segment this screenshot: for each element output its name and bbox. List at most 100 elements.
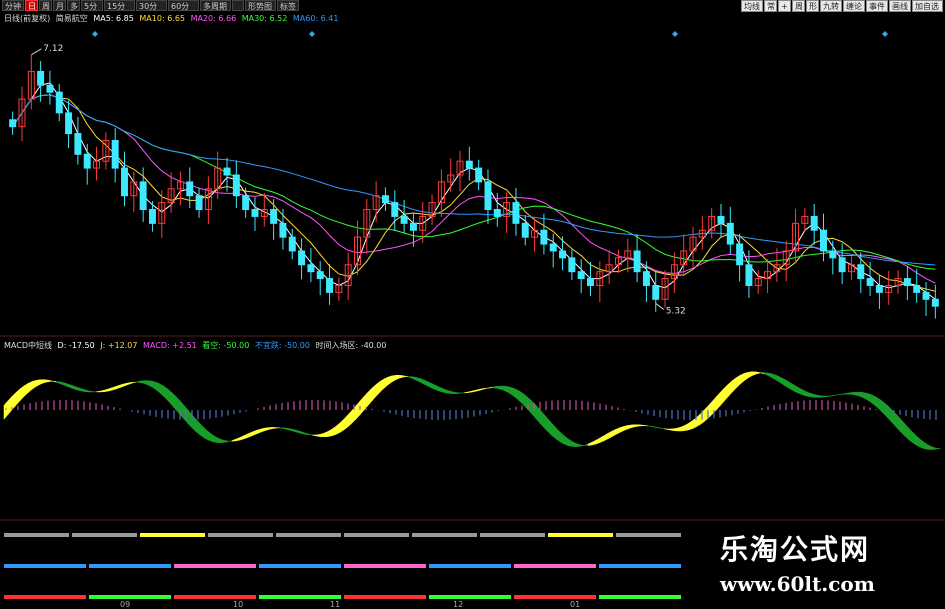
macd-band-segment (199, 423, 205, 439)
candle-body (381, 195, 389, 204)
signal-strip-segment (276, 533, 341, 537)
macd-band-segment (223, 440, 229, 443)
macd-band-segment (743, 371, 749, 382)
signal-strip-segment (89, 564, 171, 568)
signal-strip-segment (480, 533, 545, 537)
macd-band-segment (623, 425, 629, 431)
chart-canvas: 7.12 5.32 09 10 11 12 01 (0, 31, 945, 609)
signal-strip-segment (412, 533, 477, 537)
macd-band-segment (23, 382, 29, 398)
macd-band-segment (99, 389, 105, 393)
candle-body (633, 250, 641, 273)
macd-band-segment (519, 390, 525, 406)
macd-band-segment (391, 374, 397, 383)
macd-band-segment (403, 375, 409, 378)
macd-band-segment (819, 395, 825, 398)
macd-band-segment (775, 374, 781, 384)
macd-band-segment (763, 372, 769, 376)
macd-band-segment (11, 391, 17, 411)
macd-band-segment (299, 430, 305, 435)
macd-band-segment (795, 385, 801, 395)
signal-strip-segment (344, 595, 426, 599)
candle-body (465, 160, 473, 169)
signal-strip-segment (140, 533, 205, 537)
macd-band-segment (207, 430, 213, 442)
signal-strip-segment (174, 595, 256, 599)
macd-band-segment (807, 391, 813, 398)
candle-body (9, 119, 17, 128)
macd-band-segment (15, 388, 21, 406)
macd-band-segment (723, 383, 729, 403)
macd-band-segment (515, 388, 521, 403)
macd-band-segment (111, 386, 117, 391)
candle-body (717, 215, 725, 224)
signal-strip-segment (344, 533, 409, 537)
macd-band-segment (431, 383, 437, 391)
macd-band-segment (767, 372, 773, 379)
macd-band-segment (7, 395, 13, 416)
macd-band-segment (463, 391, 469, 394)
candle-body (242, 195, 250, 211)
macd-band-segment (411, 376, 417, 381)
macd-band-segment (935, 447, 941, 450)
candle-body (512, 202, 520, 224)
signal-strip-segment (4, 595, 86, 599)
candle-body (409, 222, 417, 231)
signal-strip-segment (259, 564, 341, 568)
candle-body (288, 236, 296, 252)
macd-band-segment (155, 381, 161, 394)
macd-band-segment (195, 418, 201, 436)
macd-band-segment (211, 434, 217, 443)
macd-band-segment (791, 383, 797, 393)
macd-band-segment (291, 428, 297, 433)
event-marker-icon (672, 31, 678, 37)
macd-band-segment (367, 387, 373, 407)
macd-band-segment (879, 398, 885, 415)
macd-band-segment (671, 428, 677, 432)
macd-band-segment (323, 431, 329, 438)
macd-band-segment (151, 380, 157, 391)
macd-band-segment (327, 428, 333, 437)
macd-band-segment (303, 432, 309, 436)
macd-band-segment (567, 438, 573, 447)
macd-band-segment (827, 395, 833, 397)
x-tick-label: 11 (330, 600, 340, 609)
candle-body (148, 209, 156, 224)
candle-body (279, 222, 287, 238)
signal-strip-segment (208, 533, 273, 537)
macd-band-segment (399, 374, 405, 379)
event-marker-icon (309, 31, 315, 37)
candle-body (139, 181, 147, 211)
macd-band-segment (599, 435, 605, 443)
signal-strip-segment (548, 533, 613, 537)
macd-band-segment (483, 387, 489, 390)
macd-band-segment (163, 385, 169, 402)
macd-band-segment (591, 439, 597, 446)
macd-band-segment (911, 430, 917, 446)
candle-body (195, 195, 203, 211)
candle-body (74, 133, 82, 155)
macd-band-segment (823, 395, 829, 398)
signal-strip-segment (4, 564, 86, 568)
signal-strip-segment (344, 564, 426, 568)
macd-band-segment (455, 392, 461, 394)
macd-band-segment (487, 386, 493, 389)
macd-band-segment (851, 391, 857, 396)
macd-band-segment (903, 422, 909, 440)
macd-band-segment (131, 381, 137, 384)
candle-body (820, 229, 827, 252)
macd-band-segment (35, 379, 41, 387)
macd-band-segment (67, 383, 73, 389)
macd-band-segment (739, 373, 745, 385)
signal-strip-segment (429, 564, 511, 568)
candle-body (875, 284, 883, 293)
macd-band-segment (343, 414, 349, 431)
macd-band-segment (423, 379, 429, 387)
ma60-line (12, 94, 936, 266)
macd-band-segment (355, 400, 361, 420)
macd-band-segment (179, 400, 185, 420)
x-tick-label: 01 (570, 600, 580, 609)
macd-band-segment (471, 389, 477, 393)
macd-band-segment (167, 388, 173, 406)
macd-band-segment (287, 428, 293, 432)
